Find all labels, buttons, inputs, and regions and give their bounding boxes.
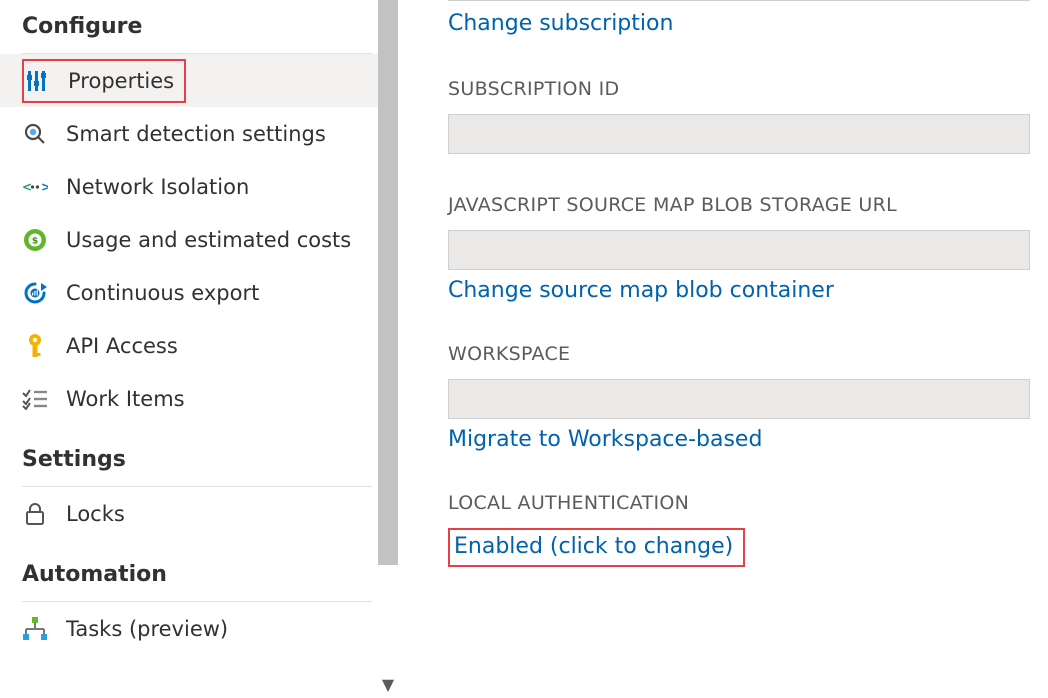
subscription-id-field[interactable]: [448, 114, 1030, 154]
sidebar: Configure Properties: [0, 0, 398, 698]
sidebar-item-label: Work Items: [66, 387, 185, 411]
subscription-id-label: SUBSCRIPTION ID: [448, 78, 1048, 100]
sidebar-item-usage-costs[interactable]: $ Usage and estimated costs: [0, 213, 398, 266]
sidebar-item-smart-detection[interactable]: Smart detection settings: [0, 107, 398, 160]
svg-text:$: $: [32, 236, 38, 246]
workspace-label: WORKSPACE: [448, 343, 1048, 365]
sidebar-item-label: Continuous export: [66, 281, 259, 305]
work-items-icon: [22, 386, 48, 412]
sidebar-item-label: Network Isolation: [66, 175, 249, 199]
network-isolation-icon: < >: [22, 174, 48, 200]
chevron-down-icon[interactable]: ▼: [378, 675, 398, 694]
sidebar-scrollbar[interactable]: ▼: [378, 0, 398, 698]
sidebar-item-label: Usage and estimated costs: [66, 228, 351, 252]
migrate-workspace-link[interactable]: Migrate to Workspace-based: [448, 427, 762, 452]
change-sourcemap-link[interactable]: Change source map blob container: [448, 278, 834, 303]
locks-icon: [22, 501, 48, 527]
sidebar-item-label: Tasks (preview): [66, 617, 228, 641]
sidebar-item-label: Properties: [68, 69, 174, 93]
workspace-field[interactable]: [448, 379, 1030, 419]
section-title-configure: Configure: [0, 0, 398, 53]
sourcemap-label: JAVASCRIPT SOURCE MAP BLOB STORAGE URL: [448, 194, 1048, 216]
svg-text:<: <: [22, 180, 32, 194]
change-subscription-link[interactable]: Change subscription: [448, 11, 673, 36]
main-pane: Change subscription SUBSCRIPTION ID JAVA…: [398, 0, 1048, 698]
sidebar-item-label: Locks: [66, 502, 125, 526]
section-title-automation: Automation: [0, 540, 398, 601]
sidebar-item-properties[interactable]: Properties: [0, 54, 398, 107]
local-auth-toggle-link[interactable]: Enabled (click to change): [454, 534, 733, 559]
tasks-icon: [22, 616, 48, 642]
sidebar-item-tasks[interactable]: Tasks (preview): [0, 602, 398, 655]
properties-icon: [24, 68, 50, 94]
continuous-export-icon: [22, 280, 48, 306]
sidebar-item-label: API Access: [66, 334, 178, 358]
usage-costs-icon: $: [22, 227, 48, 253]
svg-text:>: >: [41, 180, 48, 194]
local-auth-label: LOCAL AUTHENTICATION: [448, 492, 1048, 514]
sidebar-item-locks[interactable]: Locks: [0, 487, 398, 540]
section-title-settings: Settings: [0, 425, 398, 486]
sourcemap-field[interactable]: [448, 230, 1030, 270]
sidebar-item-continuous-export[interactable]: Continuous export: [0, 266, 398, 319]
sidebar-item-network-isolation[interactable]: < > Network Isolation: [0, 160, 398, 213]
smart-detection-icon: [22, 121, 48, 147]
local-auth-highlight: Enabled (click to change): [448, 528, 745, 567]
sidebar-item-label: Smart detection settings: [66, 122, 326, 146]
sidebar-item-api-access[interactable]: API Access: [0, 319, 398, 372]
api-access-icon: [22, 333, 48, 359]
sidebar-item-work-items[interactable]: Work Items: [0, 372, 398, 425]
